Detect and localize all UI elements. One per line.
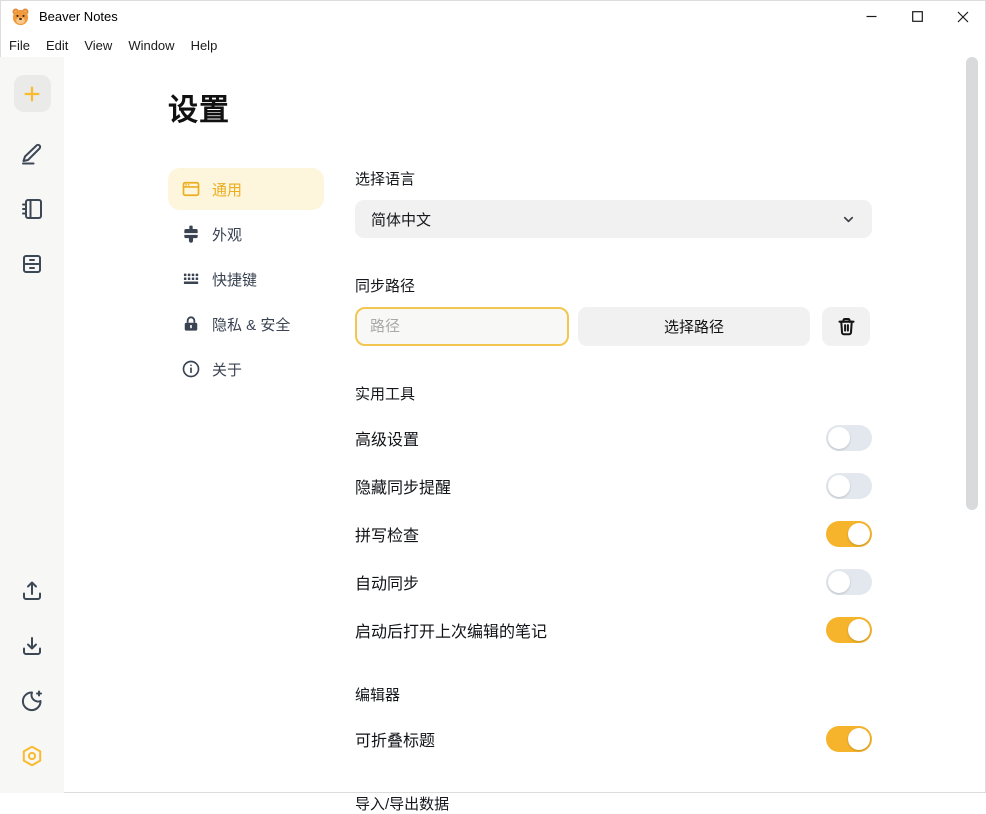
settings-nav-about[interactable]: 关于 — [168, 348, 324, 390]
menu-file[interactable]: File — [1, 35, 38, 56]
section-title-editor: 编辑器 — [355, 684, 872, 705]
utilities-rows: 高级设置 隐藏同步提醒 拼写检查 自动同步 — [355, 414, 872, 654]
moon-star-icon — [20, 689, 44, 713]
archive-icon — [20, 252, 44, 276]
plus-icon — [21, 83, 43, 105]
toggle-knob — [828, 427, 850, 449]
language-select[interactable]: 简体中文 — [355, 200, 872, 238]
setting-row-spellcheck: 拼写检查 — [355, 510, 872, 558]
toggle-knob — [848, 728, 870, 750]
toggle-knob — [848, 619, 870, 641]
export-button[interactable] — [19, 578, 45, 604]
close-button[interactable] — [940, 0, 986, 33]
new-note-button[interactable] — [14, 75, 51, 112]
menu-edit[interactable]: Edit — [38, 35, 76, 56]
settings-nav: 通用 外观 快捷键 隐 — [168, 168, 324, 814]
archive-button[interactable] — [19, 251, 45, 277]
settings-nav-shortcuts[interactable]: 快捷键 — [168, 258, 324, 300]
nav-label: 隐私 & 安全 — [212, 314, 290, 335]
settings-button[interactable] — [19, 743, 45, 769]
menu-help[interactable]: Help — [183, 35, 226, 56]
menu-view[interactable]: View — [76, 35, 120, 56]
nav-label: 快捷键 — [212, 269, 257, 290]
setting-row-open-last-note: 启动后打开上次编辑的笔记 — [355, 606, 872, 654]
settings-nav-general[interactable]: 通用 — [168, 168, 324, 210]
settings-nav-privacy-security[interactable]: 隐私 & 安全 — [168, 303, 324, 345]
editor-rows: 可折叠标题 — [355, 715, 872, 763]
import-button[interactable] — [19, 633, 45, 659]
setting-row-advanced: 高级设置 — [355, 414, 872, 462]
setting-row-hide-sync-reminder: 隐藏同步提醒 — [355, 462, 872, 510]
toggle-knob — [828, 475, 850, 497]
section-title-import-export: 导入/导出数据 — [355, 793, 872, 814]
menubar: File Edit View Window Help — [0, 33, 986, 57]
section-title-utilities: 实用工具 — [355, 383, 872, 404]
toggle-spellcheck[interactable] — [826, 521, 872, 547]
toggle-collapsible-headings[interactable] — [826, 726, 872, 752]
notebook-icon — [20, 197, 44, 221]
nav-label: 外观 — [212, 224, 242, 245]
clear-path-button[interactable] — [822, 307, 870, 346]
toggle-knob — [828, 571, 850, 593]
sync-path-input[interactable] — [355, 307, 569, 346]
setting-row-auto-sync: 自动同步 — [355, 558, 872, 606]
pen-icon — [20, 142, 44, 166]
page-title: 设置 — [168, 85, 986, 129]
nav-label: 通用 — [212, 179, 242, 200]
notes-list-button[interactable] — [19, 196, 45, 222]
window-title: Beaver Notes — [39, 9, 118, 24]
settings-page: 设置 通用 外观 — [64, 57, 986, 793]
download-icon — [20, 634, 44, 658]
titlebar: Beaver Notes — [0, 0, 986, 33]
beaver-logo-icon — [11, 7, 30, 26]
gear-hexagon-icon — [20, 744, 44, 768]
choose-path-button[interactable]: 选择路径 — [578, 307, 810, 346]
trash-icon — [836, 316, 857, 337]
app-shell: 设置 通用 外观 — [0, 57, 986, 793]
toggle-hide-sync-reminder[interactable] — [826, 473, 872, 499]
edit-note-button[interactable] — [19, 141, 45, 167]
dark-mode-button[interactable] — [19, 688, 45, 714]
menu-window[interactable]: Window — [120, 35, 182, 56]
toggle-open-last-note[interactable] — [826, 617, 872, 643]
sync-path-label: 同步路径 — [355, 275, 872, 296]
maximize-button[interactable] — [894, 0, 940, 33]
window-controls — [848, 0, 986, 33]
toggle-advanced-settings[interactable] — [826, 425, 872, 451]
language-label: 选择语言 — [355, 168, 872, 189]
scrollbar-thumb[interactable] — [966, 57, 978, 510]
toggle-auto-sync[interactable] — [826, 569, 872, 595]
sidebar-bottom-group — [19, 578, 45, 769]
paintbrush-icon — [181, 224, 201, 244]
icon-sidebar — [0, 57, 64, 793]
settings-content: 选择语言 简体中文 同步路径 选择路径 — [355, 168, 872, 814]
upload-icon — [20, 579, 44, 603]
sync-path-row: 选择路径 — [355, 307, 872, 346]
lock-icon — [181, 314, 201, 334]
settings-nav-appearance[interactable]: 外观 — [168, 213, 324, 255]
setting-row-collapsible-headings: 可折叠标题 — [355, 715, 872, 763]
language-selected-option: 简体中文 — [371, 209, 431, 230]
keyboard-icon — [181, 269, 201, 289]
nav-label: 关于 — [212, 359, 242, 380]
minimize-button[interactable] — [848, 0, 894, 33]
info-icon — [181, 359, 201, 379]
chevron-down-icon — [841, 212, 856, 227]
window-icon — [181, 179, 201, 199]
toggle-knob — [848, 523, 870, 545]
